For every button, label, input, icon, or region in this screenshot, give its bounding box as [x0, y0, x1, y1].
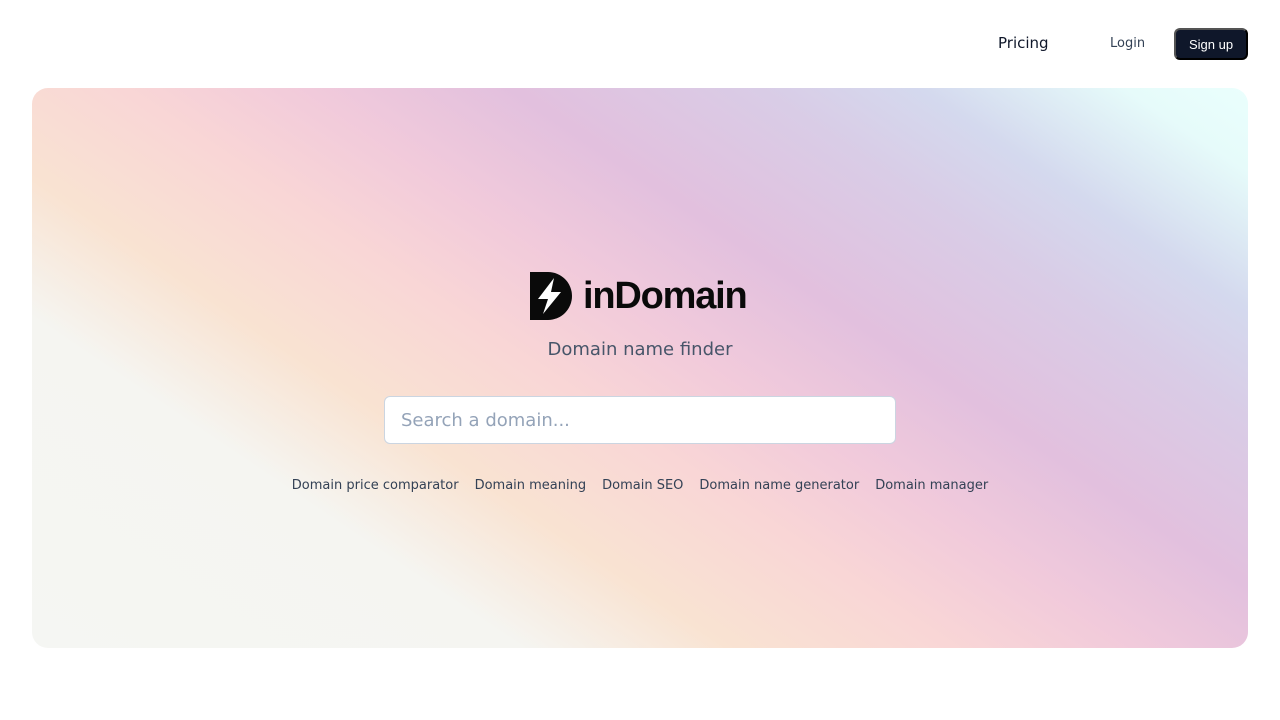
- link-domain-price-comparator[interactable]: Domain price comparator: [292, 478, 459, 493]
- brand-name: inDomain: [583, 275, 748, 317]
- top-navigation: Pricing Login Sign up: [0, 0, 1280, 88]
- signup-button[interactable]: Sign up: [1174, 28, 1248, 60]
- nav-pricing-link[interactable]: Pricing: [998, 34, 1049, 52]
- hero-panel: inDomain Domain name finder Domain price…: [32, 88, 1248, 648]
- bolt-d-logo-icon: [530, 272, 572, 320]
- brand-lockup[interactable]: inDomain: [530, 272, 748, 320]
- feature-links: Domain price comparator Domain meaning D…: [32, 478, 1248, 493]
- nav-login-link[interactable]: Login: [1110, 36, 1145, 51]
- domain-search-input[interactable]: [384, 396, 896, 444]
- link-domain-seo[interactable]: Domain SEO: [602, 478, 683, 493]
- link-domain-meaning[interactable]: Domain meaning: [475, 478, 587, 493]
- link-domain-name-generator[interactable]: Domain name generator: [699, 478, 859, 493]
- link-domain-manager[interactable]: Domain manager: [875, 478, 988, 493]
- tagline: Domain name finder: [547, 339, 733, 360]
